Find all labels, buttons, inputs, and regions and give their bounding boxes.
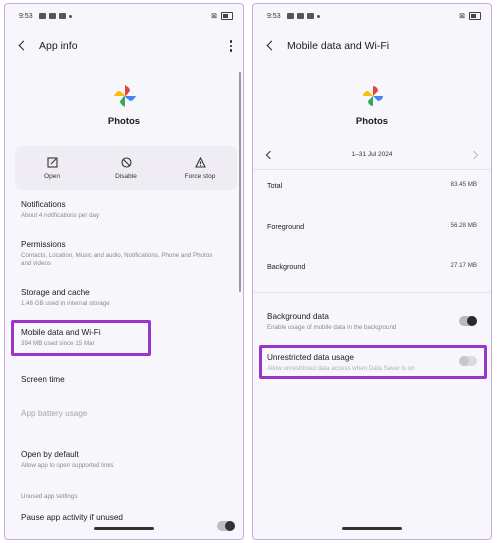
gesture-bar[interactable] [342,527,402,530]
notification-icons [38,13,66,19]
top-app-bar: Mobile data and Wi-Fi [263,34,481,58]
open-icon [46,156,58,168]
more-options-icon[interactable] [229,40,233,52]
disable-button[interactable]: Disable [89,146,163,190]
app-name: Photos [107,116,141,127]
unrestricted-data-highlight [259,345,487,379]
open-button[interactable]: Open [15,146,89,190]
background-data-title: Background data [267,312,329,321]
background-data-item[interactable]: Background data Enable usage of mobile d… [267,312,467,332]
permissions-title: Permissions [21,240,66,249]
mobile-data-screen: 9:53 ⊠ Mobile data and Wi-Fi Photos 1–31… [252,3,492,540]
date-range-selector: 1–31 Jul 2024 [265,150,479,159]
pause-activity-title: Pause app activity if unused [21,513,123,522]
back-arrow-icon[interactable] [15,38,31,54]
status-bar: 9:53 ⊠ [267,10,481,22]
foreground-label: Foreground [267,222,305,231]
notifications-item[interactable]: Notifications About 4 notifications per … [21,200,221,220]
signal-icon: ⊠ [459,13,465,20]
screen-time-item[interactable]: Screen time [21,375,65,384]
section-label: Unused app settings [21,493,78,500]
status-time: 9:53 [19,12,33,20]
notifications-title: Notifications [21,200,66,209]
back-arrow-icon[interactable] [263,38,279,54]
scrollbar[interactable] [239,72,241,292]
storage-item[interactable]: Storage and cache 1.46 GB used in intern… [21,288,221,308]
top-app-bar: App info [15,34,233,58]
open-by-default-item[interactable]: Open by default Allow app to open suppor… [21,450,221,470]
divider [253,169,491,170]
battery-usage-item[interactable]: App battery usage [21,409,87,418]
unused-settings-header: Unused app settings [21,493,221,501]
foreground-row: Foreground 56.28 MB [267,222,477,231]
force-stop-label: Force stop [184,172,216,180]
status-bar: 9:53 ⊠ [19,10,233,22]
notification-icons [286,13,314,19]
date-range: 1–31 Jul 2024 [351,151,393,158]
status-time: 9:53 [267,12,281,20]
permissions-item[interactable]: Permissions Contacts, Location, Music an… [21,240,221,268]
pause-activity-item[interactable]: Pause app activity if unused [21,513,123,522]
storage-title: Storage and cache [21,288,90,297]
warning-icon [194,156,206,168]
battery-icon [469,12,481,20]
background-data-summary: Enable usage of mobile data in the backg… [267,324,397,331]
background-label: Background [267,262,306,271]
app-name: Photos [355,116,389,127]
next-period-icon[interactable] [469,150,479,159]
force-stop-button[interactable]: Force stop [163,146,237,190]
disable-icon [120,156,132,168]
open-label: Open [44,172,60,180]
battery-usage-title: App battery usage [21,409,88,418]
background-value: 27.17 MB [450,262,477,269]
gesture-bar[interactable] [94,527,154,530]
permissions-summary: Contacts, Location, Music and audio, Not… [21,252,213,267]
signal-icon: ⊠ [211,13,217,20]
storage-summary: 1.46 GB used in internal storage [21,300,110,307]
total-row: Total 83.45 MB [267,181,477,190]
notification-dot-icon [68,14,72,18]
app-info-screen: 9:53 ⊠ App info Photos Open Disable Forc… [4,3,244,540]
disable-label: Disable [115,172,137,180]
notification-dot-icon [316,14,320,18]
page-title: Mobile data and Wi-Fi [287,40,390,52]
pause-activity-toggle[interactable] [217,521,235,531]
photos-logo-icon [363,86,383,106]
total-value: 83.45 MB [450,181,477,188]
notifications-summary: About 4 notifications per day [21,212,100,219]
background-row: Background 27.17 MB [267,262,477,271]
action-bar: Open Disable Force stop [15,146,237,190]
open-by-default-summary: Allow app to open supported links [21,462,114,469]
foreground-value: 56.28 MB [450,222,477,229]
screen-time-title: Screen time [21,375,65,384]
divider [253,292,491,293]
total-label: Total [267,181,283,190]
mobile-data-highlight [11,320,151,356]
battery-icon [221,12,233,20]
background-data-toggle[interactable] [459,316,477,326]
open-by-default-title: Open by default [21,450,79,459]
photos-logo-icon [114,85,136,107]
page-title: App info [39,40,78,52]
